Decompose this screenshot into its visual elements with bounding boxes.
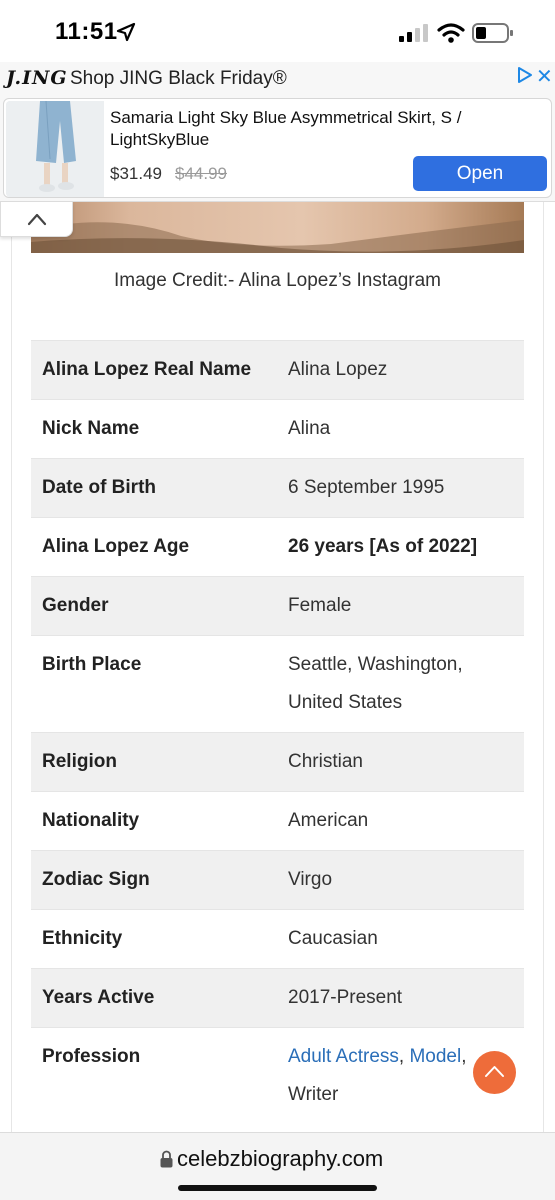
row-value: Female — [288, 595, 352, 616]
profession-link-adult-actress[interactable]: Adult Actress — [288, 1046, 399, 1067]
lock-icon — [160, 1150, 173, 1168]
row-label: Gender — [42, 595, 109, 616]
table-row: Religion Christian — [31, 732, 524, 792]
ad-open-button[interactable]: Open — [413, 156, 547, 191]
row-value: Seattle, Washington, United States — [288, 654, 463, 713]
row-label: Religion — [42, 751, 117, 772]
ad-header-text[interactable]: Shop JING Black Friday® — [70, 68, 287, 90]
wifi-icon — [437, 23, 465, 43]
home-indicator[interactable] — [178, 1185, 377, 1191]
row-value: Alina — [288, 418, 331, 439]
battery-icon — [472, 23, 513, 43]
row-label: Ethnicity — [42, 928, 123, 949]
row-label: Zodiac Sign — [42, 869, 150, 890]
ad-brand-logo: J.ING — [6, 67, 68, 89]
status-time: 11:51 — [55, 18, 118, 45]
row-value: 2017-Present — [288, 987, 403, 1008]
profile-photo — [31, 202, 524, 253]
ad-old-price: $44.99 — [175, 164, 227, 183]
table-row: Alina Lopez Age 26 years [As of 2022] — [31, 517, 524, 577]
table-row: Nationality American — [31, 791, 524, 851]
row-label: Nationality — [42, 810, 140, 831]
profession-separator: , — [398, 1046, 410, 1067]
table-row: Years Active 2017-Present — [31, 968, 524, 1028]
row-label: Nick Name — [42, 418, 140, 439]
ad-product-title[interactable]: Samaria Light Sky Blue Asymmetrical Skir… — [110, 107, 510, 151]
table-row: Gender Female — [31, 576, 524, 636]
table-row: Birth Place Seattle, Washington, United … — [31, 635, 524, 733]
status-bar: 11:51 — [0, 0, 555, 62]
collapse-ad-button[interactable] — [0, 202, 73, 237]
table-row: Date of Birth 6 September 1995 — [31, 458, 524, 518]
table-row: Ethnicity Caucasian — [31, 909, 524, 969]
image-credit-caption: Image Credit:- Alina Lopez’s Instagram — [113, 270, 442, 291]
row-label: Date of Birth — [42, 477, 156, 498]
row-value: 26 years [As of 2022] — [288, 536, 478, 557]
chevron-up-icon — [27, 213, 47, 226]
biography-table: Alina Lopez Real Name Alina Lopez Nick N… — [31, 340, 524, 1124]
ad-banner[interactable]: J.ING Shop JING Black Friday® ✕ Samaria … — [0, 62, 555, 202]
url-text[interactable]: celebzbiography.com — [177, 1146, 383, 1172]
ad-close-icon[interactable]: ✕ — [536, 64, 553, 89]
row-value: Christian — [288, 751, 363, 772]
row-label: Profession — [42, 1046, 141, 1067]
row-label: Years Active — [42, 987, 155, 1008]
row-value: Caucasian — [288, 928, 378, 949]
location-arrow-icon — [116, 22, 136, 42]
cellular-signal-icon — [399, 24, 428, 42]
ad-choices-icon[interactable] — [516, 66, 534, 84]
row-label: Alina Lopez Real Name — [42, 359, 252, 380]
ad-price: $31.49 — [110, 164, 162, 183]
row-label: Birth Place — [42, 654, 142, 675]
row-label: Alina Lopez Age — [42, 536, 190, 557]
ad-product-image[interactable] — [6, 101, 104, 197]
table-row: Profession Adult Actress, Model, Writer — [31, 1027, 524, 1125]
table-row: Nick Name Alina — [31, 399, 524, 459]
row-value: American — [288, 810, 369, 831]
chevron-up-icon — [485, 1066, 504, 1077]
row-value: Alina Lopez — [288, 359, 388, 380]
row-value: 6 September 1995 — [288, 477, 445, 498]
profession-link-model[interactable]: Model — [409, 1046, 461, 1067]
table-row: Alina Lopez Real Name Alina Lopez — [31, 340, 524, 400]
browser-address-bar[interactable]: celebzbiography.com — [0, 1132, 555, 1200]
row-value: Virgo — [288, 869, 333, 890]
table-row: Zodiac Sign Virgo — [31, 850, 524, 910]
ad-product-card[interactable]: Samaria Light Sky Blue Asymmetrical Skir… — [3, 98, 552, 198]
scroll-to-top-button[interactable] — [473, 1051, 516, 1094]
